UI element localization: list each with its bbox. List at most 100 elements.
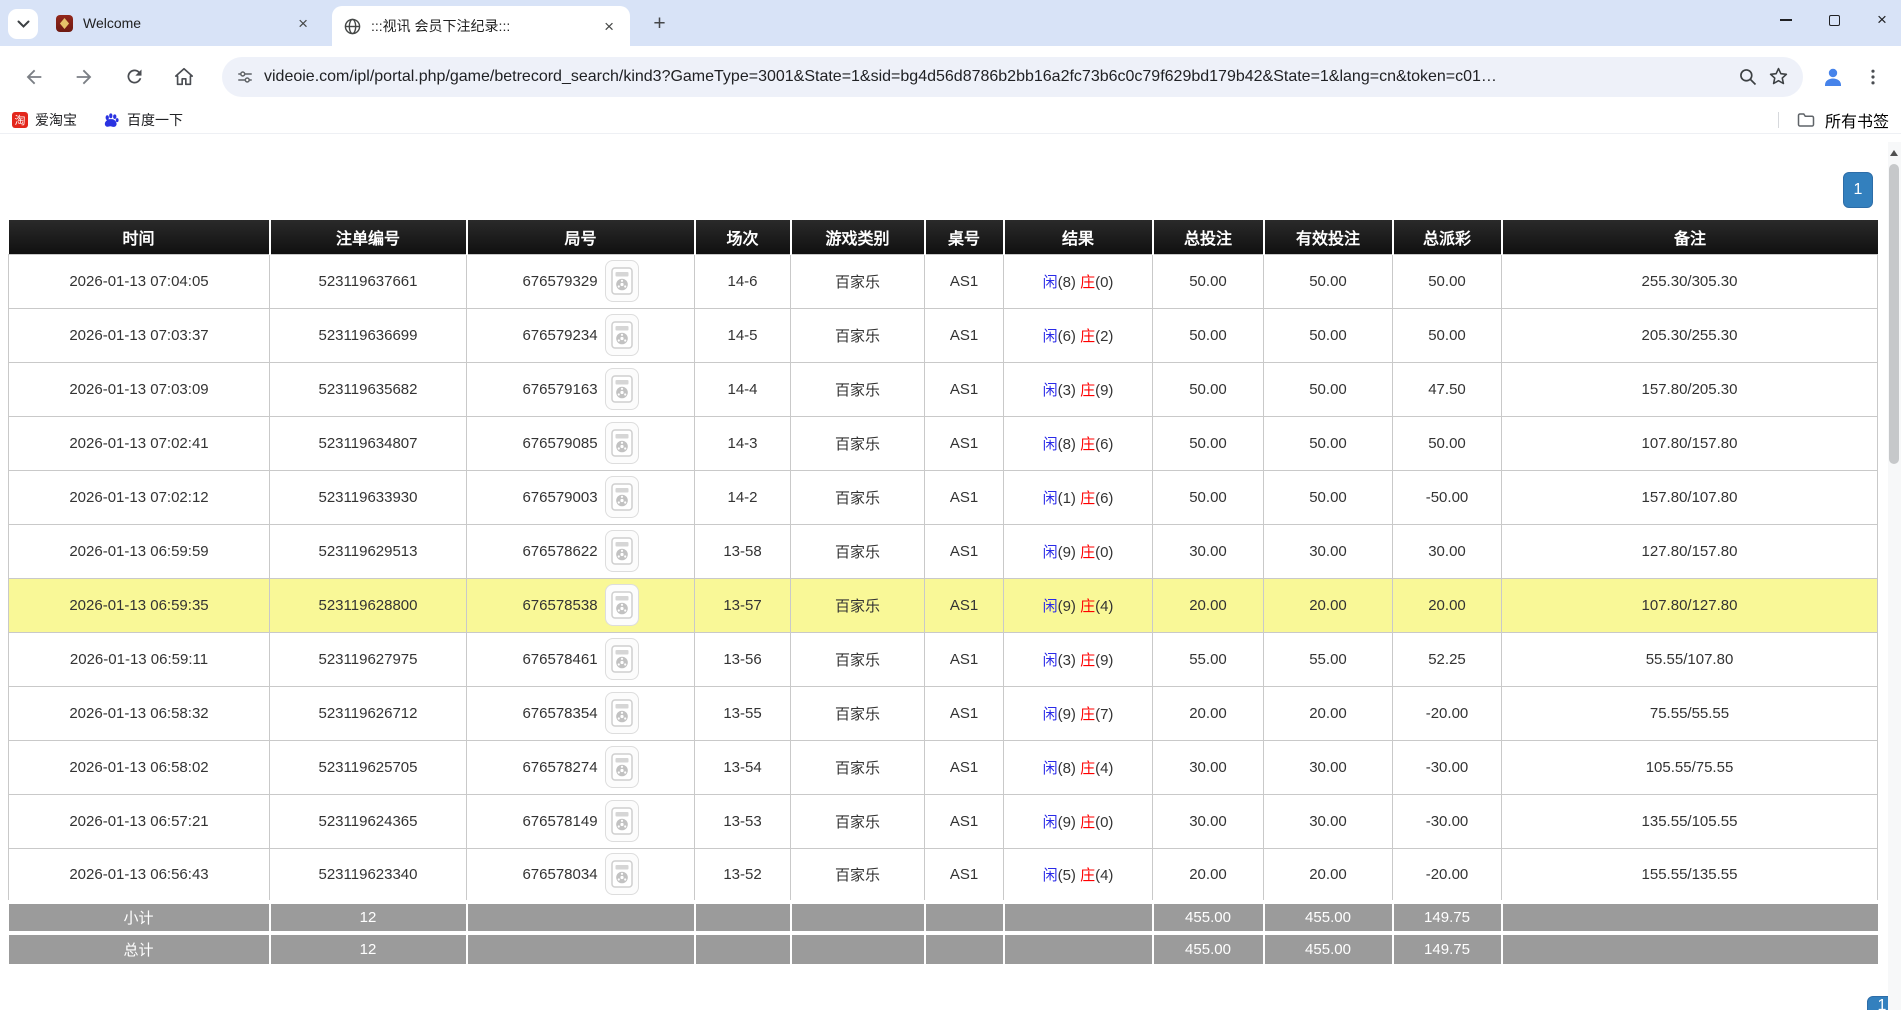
cell-round-no: 676579085 xyxy=(467,416,695,470)
round-no-text: 676579329 xyxy=(522,273,597,290)
banker-points: (4) xyxy=(1095,760,1113,777)
cell-table-no: AS1 xyxy=(925,740,1004,794)
banker-result: 庄 xyxy=(1080,274,1095,291)
cell-total-bet: 55.00 xyxy=(1153,632,1264,686)
scroll-up-icon[interactable] xyxy=(1890,150,1898,156)
player-points: (3) xyxy=(1058,382,1081,399)
cell-order-no: 523119637661 xyxy=(270,254,467,308)
bookmark-label: 百度一下 xyxy=(127,110,183,130)
taobao-icon: 淘 xyxy=(12,112,28,128)
cell-valid-bet: 50.00 xyxy=(1264,362,1393,416)
player-result: 闲 xyxy=(1043,436,1058,453)
footer-empty xyxy=(925,933,1004,964)
video-replay-button[interactable] xyxy=(605,853,639,895)
site-info-icon[interactable] xyxy=(236,68,254,86)
cell-session: 13-56 xyxy=(695,632,791,686)
page-number-button[interactable]: 1 xyxy=(1843,172,1873,208)
round-no-text: 676578034 xyxy=(522,866,597,883)
cell-total-bet: 50.00 xyxy=(1153,254,1264,308)
table-row[interactable]: 2026-01-13 06:59:59523119629513676578622… xyxy=(9,524,1878,578)
table-row[interactable]: 2026-01-13 07:02:12523119633930676579003… xyxy=(9,470,1878,524)
video-replay-button[interactable] xyxy=(605,314,639,356)
video-replay-button[interactable] xyxy=(605,800,639,842)
new-tab-button[interactable]: + xyxy=(646,10,673,37)
table-row[interactable]: 2026-01-13 06:58:32523119626712676578354… xyxy=(9,686,1878,740)
bookmark-star-icon[interactable] xyxy=(1768,66,1789,87)
tab-close-icon[interactable]: × xyxy=(294,13,312,34)
table-head: 时间注单编号局号场次游戏类别桌号结果总投注有效投注总派彩备注 xyxy=(9,220,1878,254)
player-points: (8) xyxy=(1058,760,1081,777)
video-replay-button[interactable] xyxy=(605,530,639,572)
round-no-text: 676578622 xyxy=(522,543,597,560)
maximize-button[interactable] xyxy=(1827,15,1841,26)
minimize-button[interactable] xyxy=(1779,19,1793,21)
table-row[interactable]: 2026-01-13 06:56:43523119623340676578034… xyxy=(9,848,1878,902)
player-points: (3) xyxy=(1058,652,1081,669)
player-points: (8) xyxy=(1058,436,1081,453)
table-row[interactable]: 2026-01-13 07:03:09523119635682676579163… xyxy=(9,362,1878,416)
footer-count: 12 xyxy=(270,933,467,964)
video-replay-button[interactable] xyxy=(605,422,639,464)
close-button[interactable]: × xyxy=(1875,10,1889,30)
footer-label: 总计 xyxy=(9,933,270,964)
cell-game-type: 百家乐 xyxy=(791,308,925,362)
video-replay-button[interactable] xyxy=(605,692,639,734)
film-reel-icon xyxy=(611,429,633,457)
table-row[interactable]: 2026-01-13 06:57:21523119624365676578149… xyxy=(9,794,1878,848)
table-row[interactable]: 2026-01-13 07:04:05523119637661 676579329… xyxy=(9,254,1878,308)
round-no-wrap: 676579003 xyxy=(522,476,638,518)
player-result: 闲 xyxy=(1043,274,1058,291)
cell-time: 2026-01-13 07:04:05 xyxy=(9,254,270,308)
cell-session: 13-55 xyxy=(695,686,791,740)
cell-order-no: 523119634807 xyxy=(270,416,467,470)
zoom-icon[interactable] xyxy=(1738,67,1758,87)
cell-time: 2026-01-13 07:02:41 xyxy=(9,416,270,470)
tab-welcome[interactable]: Welcome × xyxy=(44,0,324,46)
footer-empty xyxy=(467,902,695,933)
video-replay-button[interactable] xyxy=(605,476,639,518)
tab-bet-record[interactable]: :::视讯 会员下注纪录::: × xyxy=(332,6,630,46)
cell-result: 闲(9) 庄(7) xyxy=(1004,686,1153,740)
banker-points: (9) xyxy=(1095,382,1113,399)
cell-game-type: 百家乐 xyxy=(791,254,925,308)
bookmark-baidu[interactable]: 百度一下 xyxy=(103,110,183,130)
cell-remark: 127.80/157.80 xyxy=(1502,524,1878,578)
video-replay-button[interactable] xyxy=(605,746,639,788)
round-no-text: 676579085 xyxy=(522,435,597,452)
video-replay-button[interactable] xyxy=(605,584,639,626)
video-replay-button[interactable] xyxy=(605,638,639,680)
cell-total-bet: 50.00 xyxy=(1153,416,1264,470)
col-header-total-bet: 总投注 xyxy=(1153,220,1264,254)
back-button[interactable] xyxy=(14,57,54,97)
video-replay-button[interactable] xyxy=(605,368,639,410)
menu-dots-icon[interactable] xyxy=(1863,67,1883,87)
video-replay-button[interactable] xyxy=(605,260,639,302)
url-text[interactable]: videoie.com/ipl/portal.php/game/betrecor… xyxy=(264,68,1728,86)
footer-label: 小计 xyxy=(9,902,270,933)
table-row[interactable]: 2026-01-13 06:58:02523119625705676578274… xyxy=(9,740,1878,794)
cell-result: 闲(8) 庄(4) xyxy=(1004,740,1153,794)
bookmark-aitaobao[interactable]: 淘 爱淘宝 xyxy=(12,110,77,130)
bookmark-label: 爱淘宝 xyxy=(35,110,77,130)
tab-title: Welcome xyxy=(83,15,284,31)
url-bar[interactable]: videoie.com/ipl/portal.php/game/betrecor… xyxy=(222,57,1803,97)
player-points: (9) xyxy=(1058,706,1081,723)
profile-icon[interactable] xyxy=(1821,65,1845,89)
player-points: (9) xyxy=(1058,544,1081,561)
table-row[interactable]: 2026-01-13 06:59:11523119627975676578461… xyxy=(9,632,1878,686)
cell-total-bet: 20.00 xyxy=(1153,578,1264,632)
all-bookmarks[interactable]: 所有书签 xyxy=(1778,108,1889,132)
tab-search-button[interactable] xyxy=(8,9,38,39)
cell-total-payout: 47.50 xyxy=(1393,362,1502,416)
home-button[interactable] xyxy=(164,57,204,97)
scrollbar[interactable] xyxy=(1888,142,1901,1010)
table-row[interactable]: 2026-01-13 07:02:41523119634807 676579085… xyxy=(9,416,1878,470)
cell-session: 13-52 xyxy=(695,848,791,902)
table-row[interactable]: 2026-01-13 06:59:35523119628800676578538… xyxy=(9,578,1878,632)
scrollbar-thumb[interactable] xyxy=(1889,164,1899,464)
forward-button[interactable] xyxy=(64,57,104,97)
table-row[interactable]: 2026-01-13 07:03:37523119636699676579234… xyxy=(9,308,1878,362)
reload-button[interactable] xyxy=(114,57,154,97)
tab-close-icon[interactable]: × xyxy=(600,16,618,37)
cell-result: 闲(9) 庄(0) xyxy=(1004,524,1153,578)
